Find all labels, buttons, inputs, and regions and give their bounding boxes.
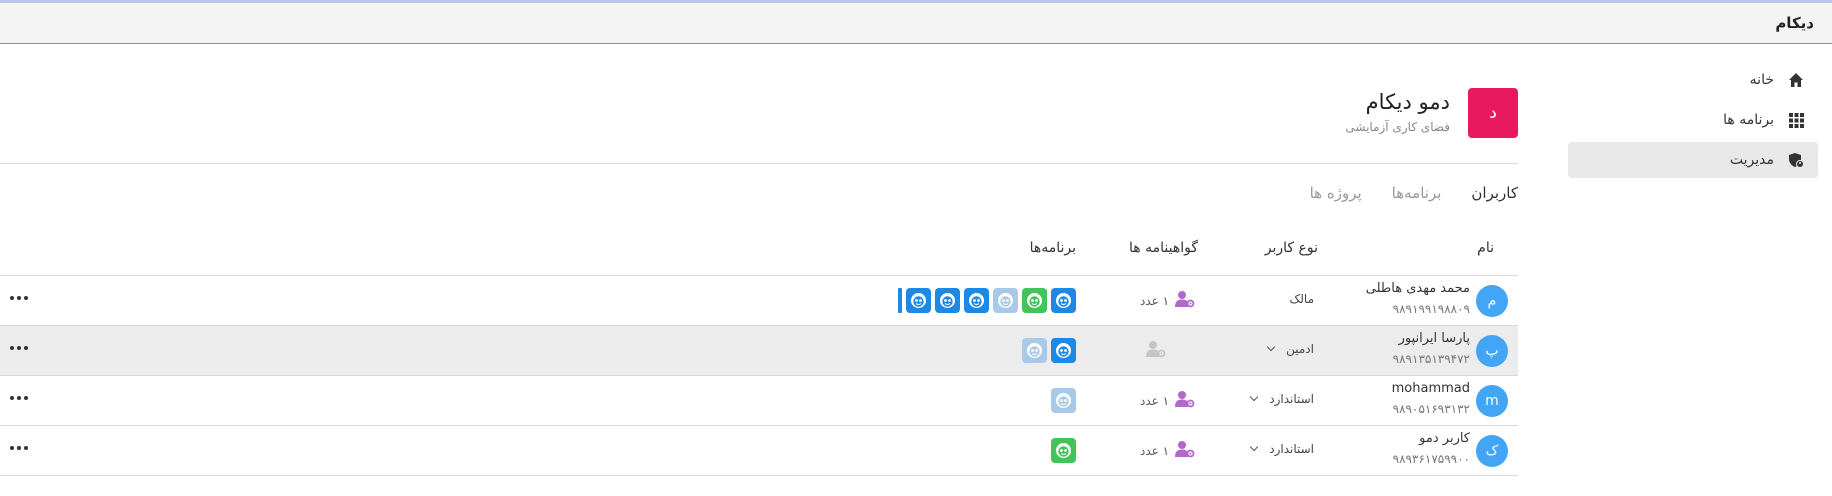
column-header-name: نام (1477, 240, 1494, 256)
app-face-icon[interactable] (1051, 388, 1076, 413)
apps-cell (1051, 438, 1076, 463)
sidebar-item-label: خانه (1749, 72, 1774, 88)
user-type-select[interactable]: ادمین (1266, 342, 1314, 356)
certificate-count: ۱ عدد (1140, 294, 1170, 308)
app-face-icon[interactable] (1051, 288, 1076, 313)
certificates-cell: ۱ عدد (1140, 390, 1195, 412)
certificate-count: ۱ عدد (1140, 394, 1170, 408)
table-row[interactable]: m mohammad ۹۸۹۰۵۱۶۹۳۱۳۲ استاندارد ۱ عدد (0, 376, 1518, 426)
avatar: پ (1476, 335, 1508, 367)
user-type-select: مالک (1290, 292, 1314, 306)
user-type-label: مالک (1289, 292, 1314, 306)
app-face-icon[interactable] (1051, 338, 1076, 363)
admin-shield-icon (1786, 150, 1806, 170)
apps-cell (1022, 338, 1076, 363)
apps-cell (898, 288, 1076, 313)
app-face-icon[interactable] (1022, 288, 1047, 313)
avatar: m (1476, 385, 1508, 417)
chevron-down-icon (1249, 442, 1259, 452)
user-phone: ۹۸۹۱۹۹۱۹۸۸۰۹ (1392, 302, 1470, 316)
sidebar-item-label: مدیریت (1729, 152, 1774, 168)
certificates-cell (1140, 340, 1166, 362)
user-phone: ۹۸۹۳۶۱۷۵۹۹۰۰ (1392, 452, 1470, 466)
chevron-down-icon (1266, 342, 1276, 352)
apps-cell (1051, 388, 1076, 413)
app-header: دیکام (0, 3, 1832, 44)
more-options-icon[interactable] (9, 338, 29, 358)
user-cert-icon (1146, 340, 1166, 362)
user-name: پارسا ایرانپور (1398, 331, 1470, 346)
sidebar: خانه برنامه ها مدیریت (1568, 62, 1818, 182)
apps-grid-icon (1786, 110, 1806, 130)
user-phone: ۹۸۹۱۳۵۱۳۹۴۷۲ (1392, 352, 1470, 366)
certificates-cell: ۱ عدد (1140, 290, 1195, 312)
user-phone: ۹۸۹۰۵۱۶۹۳۱۳۲ (1392, 402, 1470, 416)
tab-apps[interactable]: برنامه‌ها (1392, 184, 1442, 202)
workspace-title: دمو دیکام (1365, 90, 1450, 114)
workspace-subtitle: فضای کاری آزمایشی (1345, 120, 1450, 134)
table-row[interactable]: پ پارسا ایرانپور ۹۸۹۱۳۵۱۳۹۴۷۲ ادمین (0, 326, 1518, 376)
sidebar-item-home[interactable]: خانه (1568, 62, 1818, 98)
workspace-header: د دمو دیکام فضای کاری آزمایشی (1345, 88, 1518, 140)
user-name: محمد مهدی هاطلی (1365, 281, 1470, 296)
app-face-icon[interactable] (993, 288, 1018, 313)
sidebar-item-label: برنامه ها (1723, 112, 1774, 128)
app-overflow-indicator (898, 288, 902, 313)
user-type-label: استاندارد (1269, 392, 1314, 406)
user-name: کاربر دمو (1419, 431, 1470, 446)
app-face-icon[interactable] (1051, 438, 1076, 463)
certificates-cell: ۱ عدد (1140, 440, 1195, 462)
tab-projects[interactable]: پروژه ها (1310, 184, 1362, 202)
user-cert-icon (1175, 290, 1195, 312)
column-header-apps: برنامه‌ها (1029, 240, 1076, 256)
avatar: م (1476, 285, 1508, 317)
user-cert-icon (1175, 440, 1195, 462)
divider (0, 163, 1518, 164)
avatar: ک (1476, 435, 1508, 467)
app-face-icon[interactable] (906, 288, 931, 313)
more-options-icon[interactable] (9, 438, 29, 458)
user-cert-icon (1175, 390, 1195, 412)
tab-users[interactable]: کاربران (1471, 184, 1518, 202)
app-face-icon[interactable] (1022, 338, 1047, 363)
app-title: دیکام (1775, 14, 1814, 32)
home-icon (1786, 70, 1806, 90)
app-face-icon[interactable] (964, 288, 989, 313)
user-type-select[interactable]: استاندارد (1249, 392, 1314, 406)
more-options-icon[interactable] (9, 388, 29, 408)
user-name: mohammad (1391, 381, 1470, 396)
column-header-type: نوع کاربر (1264, 240, 1318, 256)
workspace-avatar: د (1468, 88, 1518, 138)
sidebar-item-admin[interactable]: مدیریت (1568, 142, 1818, 178)
chevron-down-icon (1249, 392, 1259, 402)
user-type-label: ادمین (1286, 342, 1314, 356)
sidebar-item-apps[interactable]: برنامه ها (1568, 102, 1818, 138)
column-header-certs: گواهینامه ها (1129, 240, 1198, 256)
user-type-select[interactable]: استاندارد (1249, 442, 1314, 456)
more-options-icon[interactable] (9, 288, 29, 308)
certificate-count: ۱ عدد (1140, 444, 1170, 458)
table-header: نام نوع کاربر گواهینامه ها برنامه‌ها (0, 236, 1518, 276)
app-face-icon[interactable] (935, 288, 960, 313)
table-row[interactable]: ک کاربر دمو ۹۸۹۳۶۱۷۵۹۹۰۰ استاندارد ۱ عدد (0, 426, 1518, 476)
user-type-label: استاندارد (1269, 442, 1314, 456)
table-row[interactable]: م محمد مهدی هاطلی ۹۸۹۱۹۹۱۹۸۸۰۹ مالک ۱ عدد (0, 276, 1518, 326)
tab-bar: کاربران برنامه‌ها پروژه ها (1280, 184, 1518, 202)
